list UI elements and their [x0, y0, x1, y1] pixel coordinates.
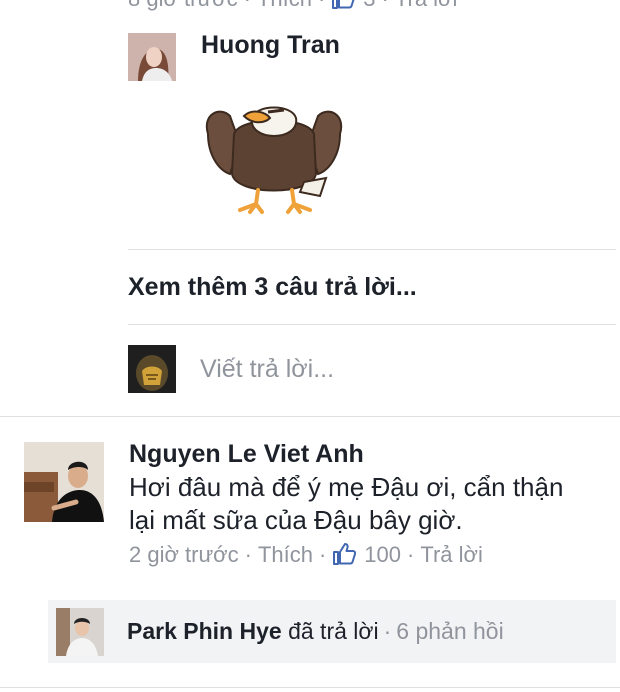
timestamp: 8 giờ trước — [128, 0, 238, 11]
thumbs-up-icon — [331, 0, 355, 15]
person-photo-icon — [128, 33, 176, 81]
reply-summary-text: Park Phin Hye đã trả lời · 6 phản hồi — [127, 618, 504, 645]
comment-author-name[interactable]: Nguyen Le Viet Anh — [129, 440, 364, 469]
section-divider — [0, 416, 620, 417]
reply-author-name[interactable]: Huong Tran — [201, 31, 340, 60]
like-count: 3 — [363, 0, 375, 11]
divider — [128, 324, 616, 325]
reply-summary-row[interactable]: Park Phin Hye đã trả lời · 6 phản hồi — [48, 600, 616, 663]
like-link[interactable]: Thích — [258, 542, 313, 567]
thumbs-up-icon — [332, 543, 357, 571]
reply-count: 6 phản hồi — [396, 618, 504, 644]
section-divider — [0, 687, 620, 688]
view-more-replies-link[interactable]: Xem thêm 3 câu trả lời... — [128, 273, 417, 302]
dot-separator: · — [383, 618, 392, 644]
like-link[interactable]: Thích — [257, 0, 312, 11]
like-count: 100 — [364, 542, 402, 567]
reply-summary-action: đã trả lời — [288, 618, 379, 644]
avatar-park-phin-hye — [56, 608, 104, 656]
comment-meta: 2 giờ trước · Thích · 100 · Trả lời — [129, 542, 483, 571]
timestamp: 2 giờ trước — [129, 542, 239, 567]
person-photo-icon — [24, 442, 104, 522]
avatar-nguyen-le-viet-anh[interactable] — [24, 442, 104, 522]
current-user-avatar — [128, 345, 176, 393]
comment-text-line: lại mất sữa của Đậu bây giờ. — [129, 505, 463, 535]
reply-summary-author: Park Phin Hye — [127, 618, 282, 644]
reply-link[interactable]: Trả lời — [420, 542, 483, 567]
previous-comment-meta: 8 giờ trước·Thích·3·Trả lời — [128, 0, 457, 15]
reply-input[interactable] — [200, 352, 600, 386]
avatar-huong-tran[interactable] — [128, 33, 176, 81]
person-photo-icon — [56, 608, 104, 656]
comment-text: Hơi đâu mà để ý mẹ Đậu ơi, cẩn thận lại … — [129, 471, 609, 537]
divider — [128, 249, 616, 250]
reply-link[interactable]: Trả lời — [395, 0, 458, 11]
profile-photo-icon — [128, 345, 176, 393]
comment-text-line: Hơi đâu mà để ý mẹ Đậu ơi, cẩn thận — [129, 472, 564, 502]
eagle-sticker — [200, 104, 348, 218]
